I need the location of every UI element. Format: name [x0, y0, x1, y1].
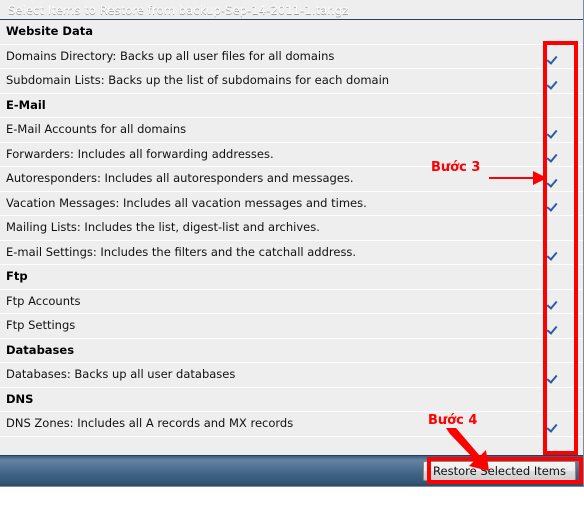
list-item-label: Vacation Messages: Includes all vacation… [6, 195, 367, 210]
checkmark-icon [545, 52, 547, 69]
list-item[interactable]: E-Mail Accounts for all domains [0, 118, 583, 143]
restore-item-checkbox[interactable] [545, 245, 559, 265]
list-group-header: Ftp [0, 265, 583, 290]
screenshot-root: Select Items to Restore from backup-Sep-… [0, 0, 584, 510]
page-title: Select Items to Restore from backup-Sep-… [8, 3, 349, 17]
restore-selected-items-button[interactable]: Restore Selected Items [423, 461, 576, 481]
list-item[interactable]: E-mail Settings: Includes the filters an… [0, 240, 583, 265]
list-item[interactable]: Ftp Settings [0, 314, 583, 339]
group-header-label: E-Mail [6, 97, 46, 112]
restore-item-checkbox[interactable] [545, 196, 559, 216]
list-item[interactable]: Autoresponders: Includes all autorespond… [0, 167, 583, 192]
restore-item-checkbox[interactable] [545, 147, 559, 167]
checkmark-icon [545, 297, 547, 314]
list-item-label: Subdomain Lists: Backs up the list of su… [6, 73, 390, 87]
list-item-label: E-mail Settings: Includes the filters an… [6, 244, 357, 259]
checkmark-icon [545, 174, 547, 191]
list-item-label: Mailing Lists: Includes the list, digest… [6, 220, 320, 234]
list-item[interactable]: DNS Zones: Includes all A records and MX… [0, 412, 583, 437]
list-item-label: E-Mail Accounts for all domains [6, 122, 187, 136]
restore-items-list: Website Data Domains Directory: Backs up … [0, 20, 583, 437]
checkmark-icon [545, 199, 547, 216]
list-item-label: DNS Zones: Includes all A records and MX… [6, 416, 294, 430]
restore-item-checkbox[interactable] [545, 294, 559, 314]
restore-item-checkbox[interactable] [545, 221, 559, 240]
list-group-header: Databases [0, 338, 583, 363]
annotation-label-step-4: Bước 4 [428, 413, 478, 428]
list-group-header: Website Data [0, 20, 583, 45]
restore-item-checkbox[interactable] [545, 368, 559, 387]
panel-title-bar: Select Items to Restore from backup-Sep-… [0, 0, 583, 20]
list-item-label: Autoresponders: Includes all autorespond… [6, 171, 354, 185]
list-group-header: E-Mail [0, 93, 583, 118]
list-item[interactable]: Mailing Lists: Includes the list, digest… [0, 216, 583, 241]
restore-item-checkbox[interactable] [545, 417, 559, 436]
list-item[interactable]: Vacation Messages: Includes all vacation… [0, 191, 583, 216]
restore-item-checkbox[interactable] [545, 74, 559, 93]
empty-checkbox-icon [545, 223, 547, 240]
list-item-label: Databases: Backs up all user databases [6, 367, 236, 381]
list-group-header: DNS [0, 387, 583, 412]
group-header-label: DNS [6, 391, 34, 406]
annotation-label-step-3: Bước 3 [431, 160, 481, 175]
panel-footer: Restore Selected Items [0, 455, 583, 486]
list-item[interactable]: Subdomain Lists: Backs up the list of su… [0, 69, 583, 94]
list-item[interactable]: Domains Directory: Backs up all user fil… [0, 44, 583, 69]
checkmark-icon [545, 248, 547, 265]
checkmark-icon [545, 125, 547, 142]
list-item-label: Ftp Settings [6, 318, 76, 332]
list-item[interactable]: Ftp Accounts [0, 289, 583, 314]
checkmark-icon [545, 419, 547, 436]
restore-item-checkbox[interactable] [545, 319, 559, 338]
list-item[interactable]: Databases: Backs up all user databases [0, 363, 583, 388]
list-item-label: Ftp Accounts [6, 293, 81, 308]
list-item[interactable]: Forwarders: Includes all forwarding addr… [0, 142, 583, 167]
restore-items-panel: Select Items to Restore from backup-Sep-… [0, 0, 584, 487]
list-item-label: Forwarders: Includes all forwarding addr… [6, 146, 274, 161]
restore-item-checkbox[interactable] [545, 123, 559, 142]
group-header-label: Ftp [6, 269, 28, 283]
checkmark-icon [545, 150, 547, 167]
list-item-label: Domains Directory: Backs up all user fil… [6, 48, 335, 63]
checkmark-icon [545, 76, 547, 93]
checkmark-icon [545, 321, 547, 338]
checkmark-icon [545, 370, 547, 387]
group-header-label: Databases [6, 342, 75, 357]
restore-item-checkbox[interactable] [545, 49, 559, 69]
group-header-label: Website Data [6, 24, 93, 38]
restore-item-checkbox[interactable] [545, 172, 559, 191]
